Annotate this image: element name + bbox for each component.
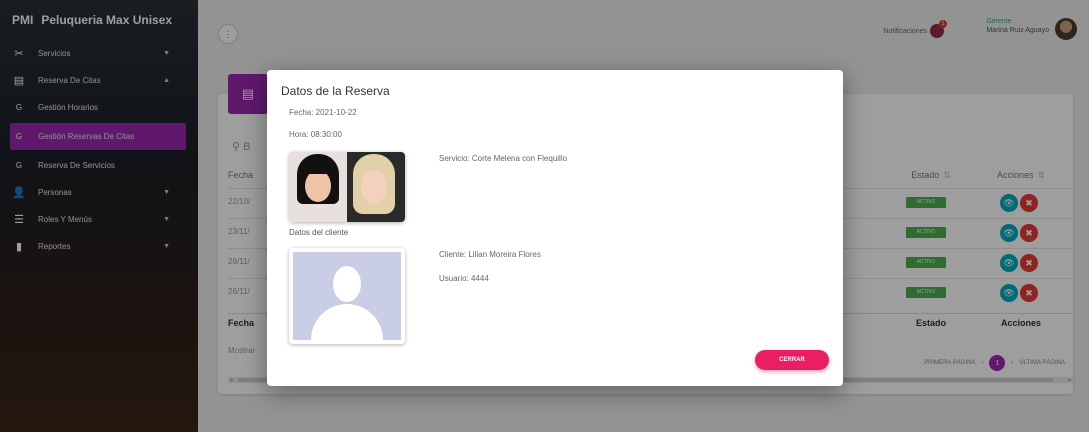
client-section-title: Datos del cliente	[289, 228, 349, 237]
client-name: Cliente: Lilian Moreira Flores	[439, 250, 541, 259]
client-avatar	[289, 248, 405, 344]
reservation-time: Hora: 08:30:00	[289, 130, 342, 139]
service-photo-left	[289, 152, 347, 222]
user-silhouette-icon	[293, 252, 401, 340]
service-photo-right	[347, 152, 405, 222]
service-image	[289, 152, 405, 222]
reservation-date: Fecha: 2021-10-22	[289, 108, 357, 117]
client-username: Usuario: 4444	[439, 274, 489, 283]
close-button[interactable]: CERRAR	[755, 350, 829, 370]
modal-title: Datos de la Reserva	[281, 84, 390, 98]
service-name: Servicio: Corte Melena con Flequillo	[439, 154, 568, 163]
reservation-details-modal: Datos de la Reserva Fecha: 2021-10-22 Ho…	[267, 70, 843, 386]
